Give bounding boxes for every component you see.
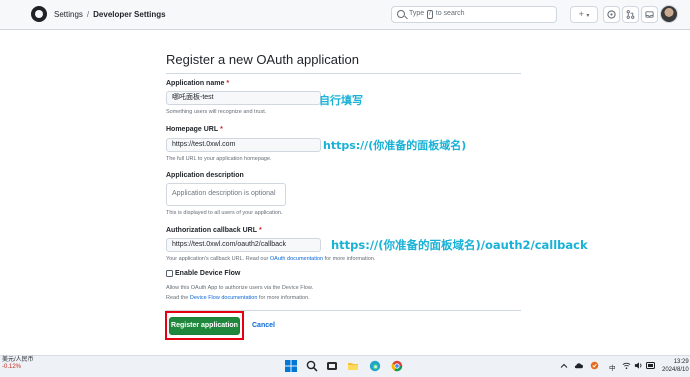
wifi-icon[interactable] xyxy=(622,361,631,370)
description-label: Application description xyxy=(166,172,244,179)
title-divider xyxy=(166,73,521,74)
windows-start-icon[interactable] xyxy=(285,360,297,372)
callback-url-input[interactable]: https://test.0xwl.com/oauth2/callback xyxy=(166,238,321,252)
input-method-indicator[interactable]: 中 xyxy=(609,362,616,372)
slash-key-hint: / xyxy=(427,10,433,19)
edge-browser-icon[interactable] xyxy=(369,360,381,372)
device-flow-checkbox[interactable] xyxy=(166,270,173,277)
device-flow-documentation-link[interactable]: Device Flow documentation xyxy=(190,295,258,301)
file-explorer-icon[interactable] xyxy=(347,360,359,372)
search-placeholder: Type / to search xyxy=(409,10,465,19)
system-clock[interactable]: 13:29 2024/8/10 xyxy=(662,358,689,374)
search-icon xyxy=(397,10,405,18)
callback-url-label: Authorization callback URL * xyxy=(166,227,262,234)
device-flow-doc-hint: Read the Device Flow documentation for m… xyxy=(166,295,310,301)
top-header: Settings / Developer Settings Type / to se… xyxy=(0,0,690,30)
user-avatar[interactable] xyxy=(660,5,678,23)
git-pull-request-icon xyxy=(626,10,635,19)
register-application-button[interactable]: Register application xyxy=(169,317,240,335)
app-name-label: Application name * xyxy=(166,80,230,87)
pull-requests-button[interactable] xyxy=(622,6,639,23)
inbox-icon xyxy=(645,11,654,18)
callback-url-hint: Your application's callback URL. Read ou… xyxy=(166,256,376,262)
issues-button[interactable] xyxy=(603,6,620,23)
device-flow-hint: Allow this OAuth App to authorize users … xyxy=(166,285,314,291)
app-name-input[interactable]: 哪吒面板-test xyxy=(166,91,321,105)
fx-widget[interactable]: 美元/人民币 -0.12% xyxy=(2,357,34,371)
breadcrumb-developer-settings[interactable]: Developer Settings xyxy=(93,10,165,19)
breadcrumb: Settings / Developer Settings xyxy=(54,10,166,19)
inbox-button[interactable] xyxy=(641,6,658,23)
task-view-icon[interactable] xyxy=(326,360,338,372)
homepage-url-label: Homepage URL * xyxy=(166,126,223,133)
homepage-url-input[interactable]: https://test.0xwl.com xyxy=(166,138,321,152)
volume-icon[interactable] xyxy=(634,361,643,370)
annotation-callback: https://(你准备的面板域名)/oauth2/callback xyxy=(331,238,588,252)
antivirus-icon[interactable] xyxy=(590,361,599,370)
breadcrumb-separator: / xyxy=(86,10,90,19)
device-flow-label[interactable]: Enable Device Flow xyxy=(175,270,240,277)
chevron-up-icon[interactable] xyxy=(560,362,568,370)
chevron-down-icon: ▾ xyxy=(586,13,590,19)
windows-taskbar xyxy=(0,355,690,377)
app-name-hint: Something users will recognize and trust… xyxy=(166,109,267,115)
battery-icon[interactable] xyxy=(646,362,656,369)
annotation-homepage: https://(你准备的面板域名) xyxy=(323,139,467,152)
cloud-icon[interactable] xyxy=(574,361,583,370)
breadcrumb-settings[interactable]: Settings xyxy=(54,10,83,19)
clock-date: 2024/8/10 xyxy=(662,367,689,373)
description-hint: This is displayed to all users of your a… xyxy=(166,210,283,216)
plus-icon: + xyxy=(578,9,584,19)
cancel-link[interactable]: Cancel xyxy=(252,322,275,329)
page-title: Register a new OAuth application xyxy=(166,52,359,67)
clock-time: 13:29 xyxy=(673,359,689,365)
taskbar-search-icon[interactable] xyxy=(306,360,318,372)
homepage-url-hint: The full URL to your application homepag… xyxy=(166,156,272,162)
fx-pair: 美元/人民币 xyxy=(2,357,34,363)
search-input[interactable]: Type / to search xyxy=(391,6,557,23)
oauth-documentation-link[interactable]: OAuth documentation xyxy=(270,256,323,262)
chrome-browser-icon[interactable] xyxy=(391,360,403,372)
create-new-button[interactable]: + ▾ xyxy=(570,6,598,23)
issue-opened-icon xyxy=(607,10,616,19)
description-textarea[interactable]: Application description is optional xyxy=(166,183,286,206)
fx-change: -0.12% xyxy=(2,364,22,370)
annotation-app-name: 自行填写 xyxy=(319,94,363,107)
github-logo-icon[interactable] xyxy=(31,6,47,22)
